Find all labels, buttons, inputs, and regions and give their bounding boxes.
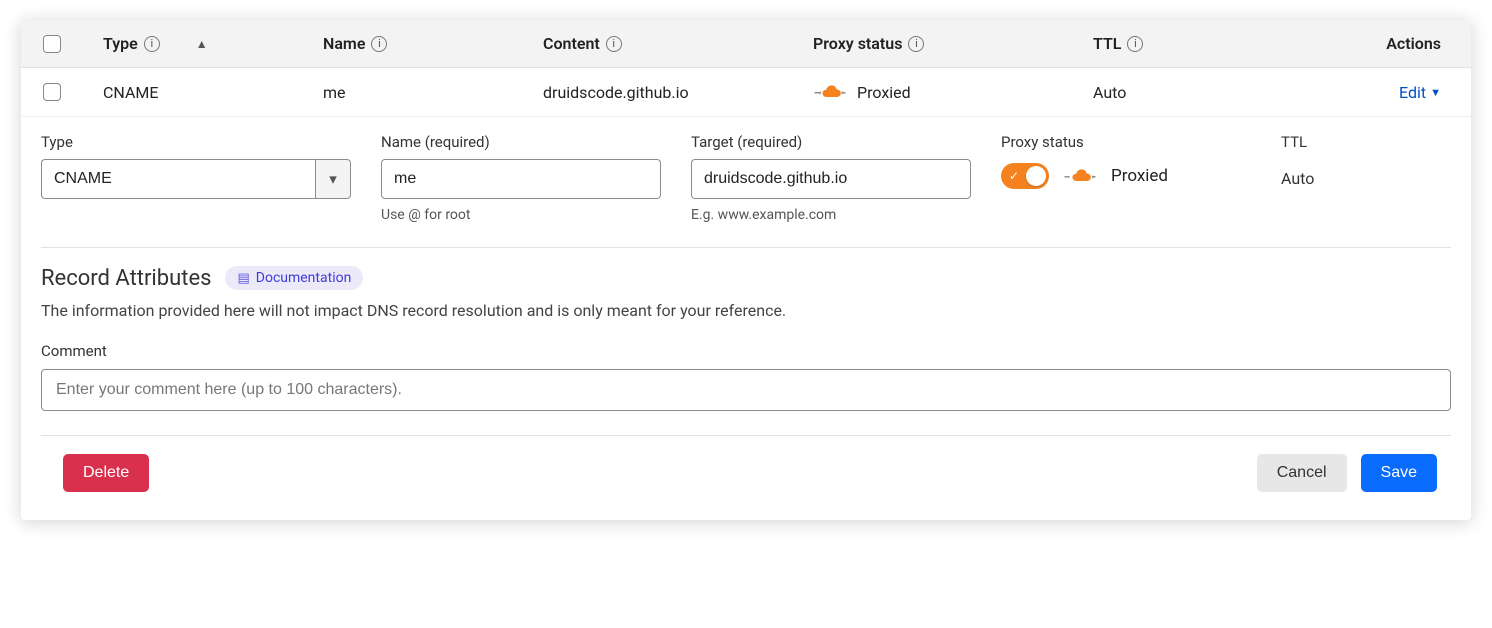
ttl-value: Auto	[1281, 169, 1401, 188]
save-button[interactable]: Save	[1361, 454, 1437, 492]
field-ttl: TTL Auto	[1281, 133, 1401, 188]
cancel-button[interactable]: Cancel	[1257, 454, 1347, 492]
chevron-down-icon: ▾	[329, 170, 337, 188]
header-ttl[interactable]: TTL i	[1093, 34, 1293, 53]
header-name[interactable]: Name i	[323, 34, 543, 53]
proxy-status: Proxied	[813, 82, 1093, 102]
header-content-label: Content	[543, 34, 600, 53]
cloud-proxied-icon	[1063, 166, 1097, 186]
name-input[interactable]	[381, 159, 661, 199]
toggle-knob	[1026, 166, 1046, 186]
header-content[interactable]: Content i	[543, 34, 813, 53]
name-hint: Use @ for root	[381, 207, 661, 223]
comment-label: Comment	[41, 342, 1451, 362]
type-select-caret[interactable]: ▾	[315, 159, 351, 199]
name-label: Name (required)	[381, 133, 661, 153]
proxy-state-text: Proxied	[1111, 166, 1168, 186]
field-proxy: Proxy status ✓ Proxied	[1001, 133, 1251, 189]
attributes-description: The information provided here will not i…	[41, 301, 1451, 320]
edit-button[interactable]: Edit ▼	[1399, 83, 1441, 102]
row-checkbox[interactable]	[43, 83, 61, 101]
info-icon[interactable]: i	[371, 36, 387, 52]
field-target: Target (required) E.g. www.example.com	[691, 133, 971, 223]
header-proxy[interactable]: Proxy status i	[813, 34, 1093, 53]
type-select[interactable]: ▾	[41, 159, 351, 199]
dns-records-panel: Type i ▲ Name i Content i Proxy status i…	[21, 20, 1471, 520]
target-input[interactable]	[691, 159, 971, 199]
edit-form: Type ▾ Name (required) Use @ for root Ta…	[21, 117, 1471, 520]
record-attributes-title: Record Attributes	[41, 266, 211, 291]
edit-label: Edit	[1399, 83, 1426, 102]
info-icon[interactable]: i	[1127, 36, 1143, 52]
table-header: Type i ▲ Name i Content i Proxy status i…	[21, 20, 1471, 68]
type-select-input[interactable]	[41, 159, 315, 199]
documentation-link[interactable]: ▤ Documentation	[225, 266, 363, 290]
header-actions-label: Actions	[1386, 34, 1441, 53]
field-name: Name (required) Use @ for root	[381, 133, 661, 223]
header-proxy-label: Proxy status	[813, 34, 902, 53]
ttl-label: TTL	[1281, 133, 1401, 153]
field-comment: Comment	[41, 342, 1451, 412]
field-type: Type ▾	[41, 133, 351, 199]
book-icon: ▤	[237, 271, 249, 286]
cell-ttl: Auto	[1093, 83, 1293, 102]
header-type-label: Type	[103, 34, 138, 53]
check-icon: ✓	[1009, 169, 1019, 183]
target-label: Target (required)	[691, 133, 971, 153]
proxy-toggle[interactable]: ✓	[1001, 163, 1049, 189]
documentation-label: Documentation	[256, 270, 352, 286]
cell-content: druidscode.github.io	[543, 83, 813, 102]
form-footer: Delete Cancel Save	[41, 454, 1451, 502]
cell-name: me	[323, 83, 543, 102]
info-icon[interactable]: i	[606, 36, 622, 52]
header-actions: Actions	[1293, 34, 1459, 53]
cloud-proxied-icon	[813, 82, 847, 102]
info-icon[interactable]: i	[908, 36, 924, 52]
proxy-status-text: Proxied	[857, 83, 911, 102]
cell-type: CNAME	[103, 83, 323, 102]
info-icon[interactable]: i	[144, 36, 160, 52]
table-row: CNAME me druidscode.github.io Proxied Au…	[21, 68, 1471, 117]
delete-button[interactable]: Delete	[63, 454, 149, 492]
comment-input[interactable]	[41, 369, 1451, 411]
header-type[interactable]: Type i ▲	[103, 34, 323, 53]
target-hint: E.g. www.example.com	[691, 207, 971, 223]
divider	[41, 247, 1451, 248]
caret-down-icon: ▼	[1430, 86, 1441, 99]
type-label: Type	[41, 133, 351, 153]
select-all-checkbox[interactable]	[43, 35, 61, 53]
header-ttl-label: TTL	[1093, 34, 1121, 53]
header-name-label: Name	[323, 34, 365, 53]
divider	[41, 435, 1451, 436]
proxy-label: Proxy status	[1001, 133, 1251, 153]
sort-caret-icon[interactable]: ▲	[196, 37, 208, 51]
